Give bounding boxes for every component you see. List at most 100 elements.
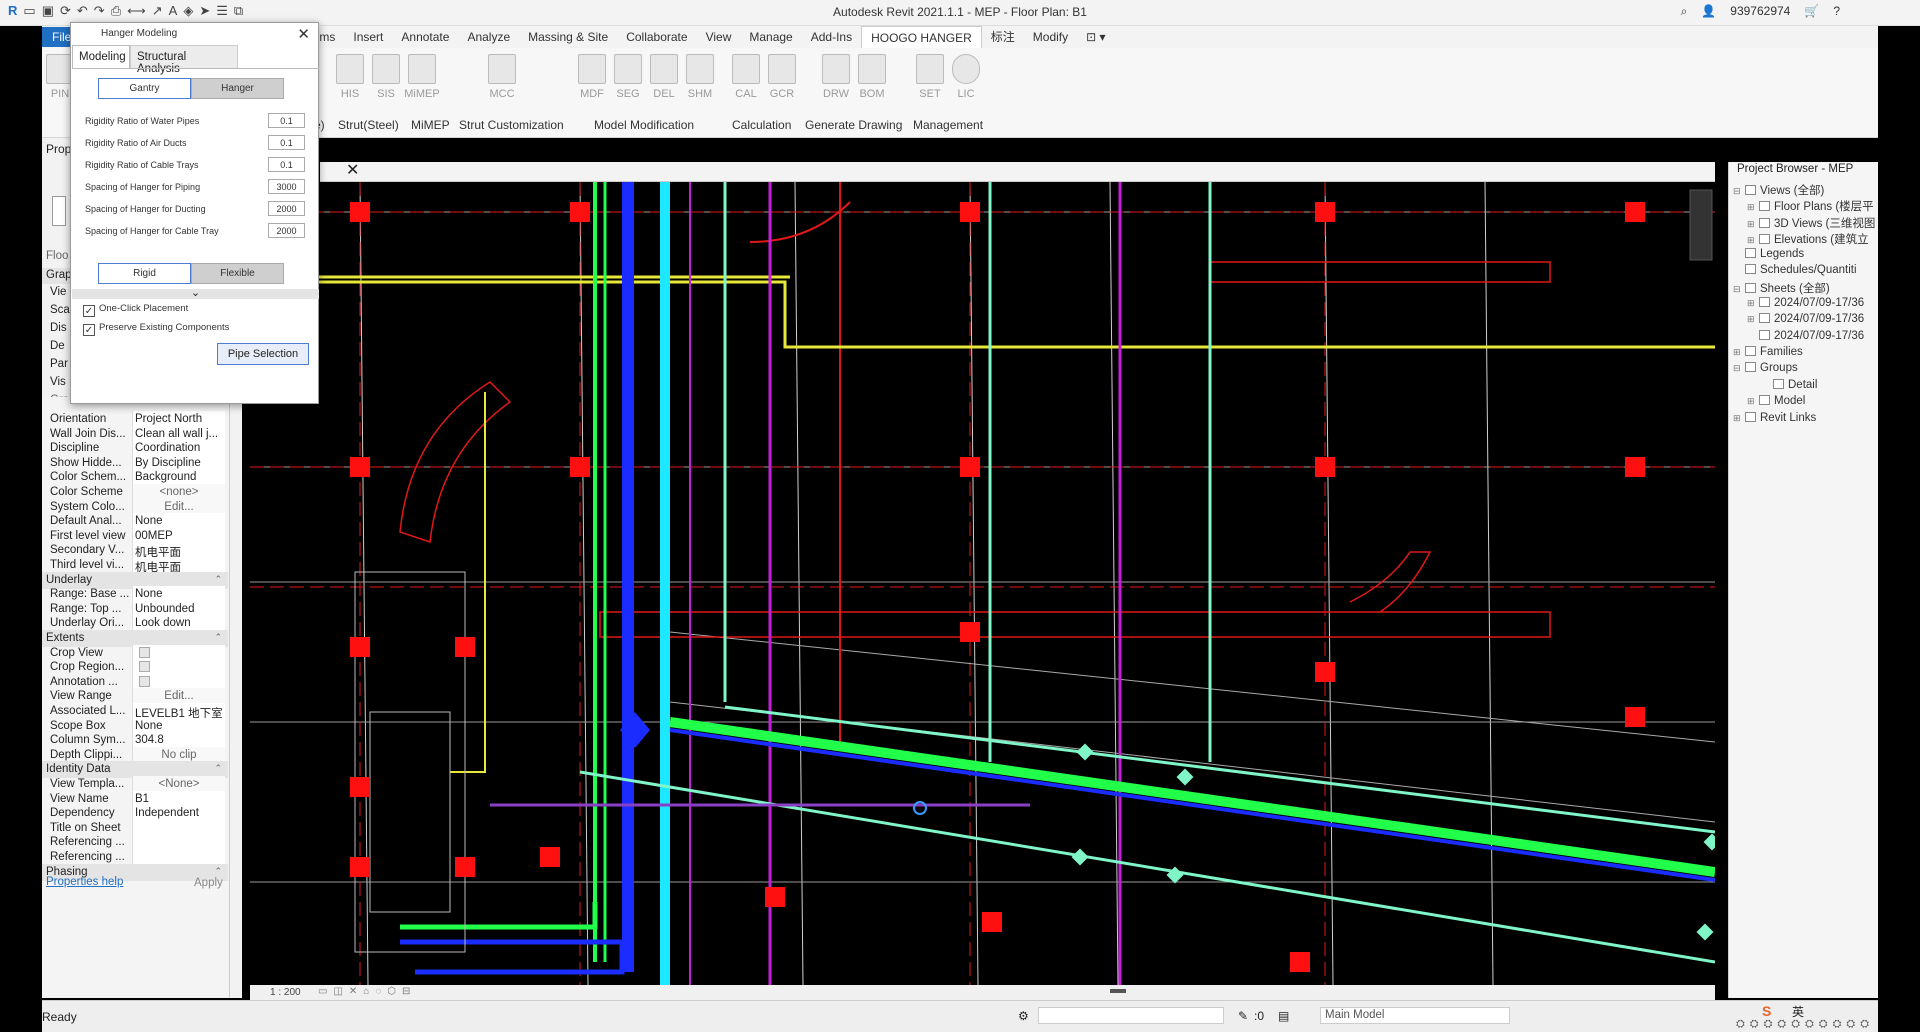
dialog-param-input[interactable]: 3000 — [268, 179, 305, 194]
ribbon-button-del[interactable]: DEL — [646, 54, 682, 100]
tab-manage[interactable]: Manage — [740, 26, 801, 48]
search-icon[interactable]: ⌕ — [1681, 4, 1688, 19]
view-scale[interactable]: 1 : 200 — [270, 987, 301, 998]
browser-tree-item[interactable]: Legends — [1733, 247, 1804, 260]
view-control-icons[interactable]: ▭◫✕⌂◌⬡⊟ — [318, 986, 416, 997]
tree-expander-icon[interactable]: ⊞ — [1747, 202, 1757, 213]
model-dropdown[interactable]: Main Model — [1320, 1007, 1510, 1024]
ribbon-button-set[interactable]: SET — [912, 54, 948, 100]
gantry-option[interactable]: Gantry — [98, 78, 191, 99]
checkbox-icon[interactable] — [139, 646, 150, 658]
dialog-param-input[interactable]: 0.1 — [268, 157, 305, 172]
tree-expander-icon[interactable]: ⊟ — [1733, 284, 1743, 295]
apply-button[interactable]: Apply — [194, 877, 223, 889]
collapse-chevron-icon[interactable]: ⌄ — [72, 288, 319, 299]
flexible-option[interactable]: Flexible — [191, 263, 284, 284]
workset-dropdown[interactable] — [1038, 1007, 1224, 1024]
workset-icon[interactable]: ⚙ — [1018, 1009, 1029, 1023]
user-icon[interactable]: 👤 — [1701, 4, 1716, 19]
dialog-close-icon[interactable]: ✕ — [297, 25, 310, 43]
tab-insert[interactable]: Insert — [344, 26, 392, 48]
tab-annotation-cn[interactable]: 标注 — [982, 26, 1024, 48]
close-view-icon[interactable]: ✕ — [346, 160, 359, 180]
filter-count[interactable]: :0 — [1254, 1009, 1264, 1023]
tree-expander-icon[interactable]: ⊟ — [1733, 363, 1743, 374]
dialog-param-input[interactable]: 0.1 — [268, 113, 305, 128]
tab-massing-site[interactable]: Massing & Site — [519, 26, 617, 48]
tab-modeling[interactable]: Modeling — [72, 45, 130, 69]
tab-structural-analysis[interactable]: Structural Analysis — [130, 45, 238, 75]
ribbon-options-icon[interactable]: ⊡ ▾ — [1077, 26, 1114, 48]
browser-tree-item[interactable]: Schedules/Quantiti — [1733, 264, 1857, 276]
cart-icon[interactable]: 🛒 — [1804, 4, 1819, 19]
browser-tree-item[interactable]: ⊞ Floor Plans (楼层平 — [1747, 198, 1874, 214]
type-selector-thumb[interactable] — [52, 196, 66, 226]
ribbon-button-mcc[interactable]: MCC — [484, 54, 520, 100]
tab-annotate[interactable]: Annotate — [392, 26, 458, 48]
ribbon-button-seg[interactable]: SEG — [610, 54, 646, 100]
rigid-option[interactable]: Rigid — [98, 263, 191, 284]
tree-expander-icon[interactable]: ⊞ — [1747, 396, 1757, 407]
browser-tree-item[interactable]: ⊟ Groups — [1733, 362, 1798, 374]
scrollbar-thumb-icon[interactable] — [1110, 989, 1126, 993]
ribbon-button-mdf[interactable]: MDF — [574, 54, 610, 100]
browser-tree-item[interactable]: ⊞ 2024/07/09-17/36 — [1747, 296, 1864, 309]
browser-tree-item[interactable]: 2024/07/09-17/36 — [1747, 329, 1864, 342]
ribbon-button-gcr[interactable]: GCR — [764, 54, 800, 100]
user-name[interactable]: 939762974 — [1730, 4, 1790, 19]
tab-view[interactable]: View — [697, 26, 741, 48]
tab-modify[interactable]: Modify — [1024, 26, 1077, 48]
dialog-param-input[interactable]: 0.1 — [268, 135, 305, 150]
help-icon[interactable]: ? — [1833, 4, 1840, 19]
preserve-existing-checkbox[interactable]: ✓ Preserve Existing Components — [83, 322, 229, 336]
browser-tree-item[interactable]: ⊞ 2024/07/09-17/36 — [1747, 313, 1864, 325]
browser-tree-item[interactable]: ⊞ 3D Views (三维视图 — [1747, 215, 1875, 231]
one-click-placement-checkbox[interactable]: ✓ One-Click Placement — [83, 303, 188, 317]
ribbon-button-drw[interactable]: DRW — [818, 54, 854, 100]
properties-help-link[interactable]: Properties help — [46, 876, 123, 888]
ribbon-button-shm[interactable]: SHM — [682, 54, 718, 100]
dialog-param-input[interactable]: 2000 — [268, 223, 305, 238]
collapse-icon[interactable]: ⌃ — [214, 763, 222, 774]
tree-expander-icon[interactable]: ⊞ — [1733, 347, 1743, 358]
pipe-selection-button[interactable]: Pipe Selection — [217, 343, 309, 365]
ribbon-button-bom[interactable]: BOM — [854, 54, 890, 100]
ribbon-button-mimep[interactable]: MiMEP — [404, 54, 440, 100]
tree-expander-icon[interactable]: ⊟ — [1733, 186, 1743, 197]
tab-hoogo-hanger[interactable]: HOOGO HANGER — [861, 26, 982, 48]
collapse-icon[interactable]: ⌃ — [214, 866, 222, 877]
browser-tree-item[interactable]: ⊞ Revit Links — [1733, 411, 1816, 424]
ime-logo-icon[interactable]: S — [1762, 1003, 1771, 1019]
dialog-param-input[interactable]: 2000 — [268, 201, 305, 216]
floor-plan-drawing[interactable] — [250, 182, 1715, 985]
browser-tree-item[interactable]: ⊟ Sheets (全部) — [1733, 280, 1830, 296]
selection-filter-icons[interactable]: ⛭⛭⛭⛭⛭⛭⛭⛭⛭⛭ — [1736, 1018, 1874, 1031]
tree-expander-icon[interactable]: ⊞ — [1733, 413, 1743, 424]
ribbon-button-lic[interactable]: LIC — [948, 54, 984, 100]
tree-expander-icon[interactable]: ⊞ — [1747, 314, 1757, 325]
ribbon-button-cal[interactable]: CAL — [728, 54, 764, 100]
browser-tree-item[interactable]: ⊞ Families — [1733, 346, 1803, 358]
browser-tree-item[interactable]: ⊞ Elevations (建筑立 — [1747, 231, 1869, 247]
tab-analyze[interactable]: Analyze — [458, 26, 519, 48]
design-options-icon[interactable]: ▤ — [1278, 1009, 1289, 1023]
pipe-fitting — [1071, 848, 1089, 866]
tree-expander-icon[interactable]: ⊞ — [1747, 298, 1757, 309]
tree-expander-icon[interactable]: ⊞ — [1747, 235, 1757, 246]
tab-collaborate[interactable]: Collaborate — [617, 26, 696, 48]
tree-node-icon — [1745, 247, 1756, 258]
browser-tree-item[interactable]: Detail — [1761, 378, 1817, 391]
checkbox-icon[interactable] — [139, 675, 150, 687]
ribbon-button-his[interactable]: HIS — [332, 54, 368, 100]
browser-tree-item[interactable]: ⊟ Views (全部) — [1733, 182, 1824, 198]
tree-expander-icon[interactable]: ⊞ — [1747, 219, 1757, 230]
edit-requests-icon[interactable]: ✎ — [1238, 1009, 1248, 1023]
collapse-icon[interactable]: ⌃ — [214, 574, 222, 585]
checkbox-icon[interactable] — [139, 661, 150, 673]
hanger-option[interactable]: Hanger — [191, 78, 284, 99]
collapse-icon[interactable]: ⌃ — [214, 632, 222, 643]
tab-add-ins[interactable]: Add-Ins — [802, 26, 861, 48]
browser-tree-item[interactable]: ⊞ Model — [1747, 395, 1805, 407]
drawing-canvas[interactable] — [250, 182, 1715, 985]
ribbon-button-sis[interactable]: SIS — [368, 54, 404, 100]
